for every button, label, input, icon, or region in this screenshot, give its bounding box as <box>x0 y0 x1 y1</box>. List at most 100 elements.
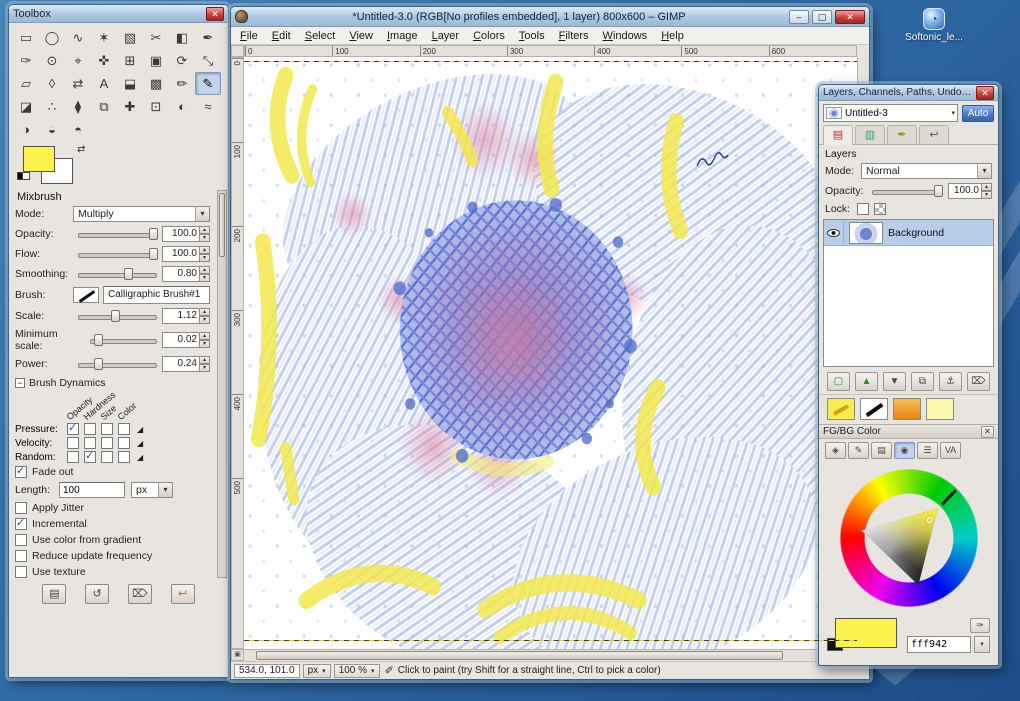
blur-sharpen-tool[interactable]: ◐ <box>169 95 195 118</box>
bucket-fill-tool[interactable]: ⬓ <box>117 72 143 95</box>
menu-item[interactable]: View <box>342 28 380 44</box>
zoom-tool[interactable]: ⊙ <box>39 49 65 72</box>
default-colors-icon[interactable] <box>17 172 30 182</box>
pattern-preview[interactable] <box>926 398 954 420</box>
fade-out-checkbox[interactable] <box>15 464 27 478</box>
gradient-preview[interactable] <box>893 398 921 420</box>
menu-item[interactable]: Select <box>298 28 343 44</box>
foreground-color-swatch[interactable] <box>23 146 55 172</box>
random-opacity-checkbox[interactable] <box>67 451 79 463</box>
min-scale-spinbox[interactable]: 0.02 ▴ ▾ <box>162 332 210 348</box>
fuzzy-select-tool[interactable]: ✶ <box>91 26 117 49</box>
dodge-burn-tool[interactable]: ◑ <box>13 118 39 141</box>
ellipse-select-tool[interactable]: ◯ <box>39 26 65 49</box>
layer-mode-select[interactable]: Normal ▾ <box>861 163 992 179</box>
zoom-select[interactable]: 100 % ▾ <box>333 663 380 678</box>
anchor-layer-button[interactable]: ⚓ <box>939 372 962 391</box>
horizontal-scrollbar[interactable] <box>244 649 857 661</box>
menu-item[interactable]: Windows <box>596 28 655 44</box>
maximize-button[interactable]: ▢ <box>812 9 832 24</box>
brush-select[interactable]: Calligraphic Brush#1 <box>103 286 210 304</box>
paths-tab[interactable]: ✒ <box>887 125 917 144</box>
random-color-checkbox[interactable] <box>118 451 130 463</box>
watercolor-tab[interactable]: ◈ <box>825 442 846 459</box>
levels-tool[interactable]: ◓ <box>65 118 91 141</box>
reduce-update-checkbox[interactable] <box>15 550 27 562</box>
pencil-tool[interactable]: ✏ <box>169 72 195 95</box>
eraser-tool[interactable]: ◪ <box>13 95 39 118</box>
foreground-color-swatch[interactable] <box>835 618 897 648</box>
ink-tool[interactable]: ⧫ <box>65 95 91 118</box>
rectangle-select-tool[interactable]: ▭ <box>13 26 39 49</box>
slider-handle[interactable] <box>94 334 104 346</box>
paths-tool[interactable]: ✒ <box>195 26 221 49</box>
save-options-button[interactable]: ▤ <box>42 584 67 604</box>
layers-tab[interactable]: ▤ <box>823 125 853 145</box>
use-gradient-checkbox[interactable] <box>15 534 27 546</box>
shear-tool[interactable]: ▱ <box>13 72 39 95</box>
layers-dock-titlebar[interactable]: Layers, Channels, Paths, Undo - FG... ✕ <box>819 85 998 101</box>
length-unit-select[interactable]: px ▾ <box>131 482 173 498</box>
calligraphic-brush-preview[interactable] <box>860 398 888 420</box>
velocity-color-checkbox[interactable] <box>118 437 130 449</box>
scrollbar-thumb[interactable] <box>219 193 225 257</box>
apply-jitter-checkbox[interactable] <box>15 502 27 514</box>
current-color-swatches[interactable] <box>827 618 897 652</box>
menu-item[interactable]: Tools <box>512 28 552 44</box>
flow-slider[interactable] <box>78 247 159 261</box>
new-layer-button[interactable]: ▢ <box>827 372 850 391</box>
menu-item[interactable]: Image <box>380 28 425 44</box>
length-input[interactable] <box>59 482 125 498</box>
minimize-button[interactable]: – <box>789 9 809 24</box>
slider-handle[interactable] <box>149 248 159 260</box>
desktop-icon-softonic[interactable]: ◔ Softonic_le... <box>902 8 966 43</box>
smudge-tool[interactable]: ≈ <box>195 95 221 118</box>
move-tool[interactable]: ✜ <box>91 49 117 72</box>
perspective-clone-tool[interactable]: ⊡ <box>143 95 169 118</box>
color-area[interactable]: ⇄ <box>17 144 220 186</box>
menu-item[interactable]: Colors <box>466 28 512 44</box>
raise-layer-button[interactable]: ▲ <box>855 372 878 391</box>
slider-handle[interactable] <box>111 310 121 322</box>
menu-item[interactable]: Edit <box>265 28 298 44</box>
pressure-hardness-checkbox[interactable] <box>84 423 96 435</box>
scale-tool[interactable]: ⤡ <box>195 49 221 72</box>
pressure-size-checkbox[interactable] <box>101 423 113 435</box>
fgbg-color-header[interactable]: FG/BG Color ✕ <box>819 424 998 439</box>
power-slider[interactable] <box>78 357 157 371</box>
layer-row[interactable]: Background <box>824 220 993 246</box>
toolbox-titlebar[interactable]: Toolbox ✕ <box>9 5 228 23</box>
vertical-ruler[interactable]: 0 100 200 300 400 500 <box>231 57 244 649</box>
swap-colors-icon[interactable]: ⇄ <box>77 144 85 155</box>
smoothing-spinbox[interactable]: 0.80 ▴ ▾ <box>162 266 210 282</box>
mode-select[interactable]: Multiply ▾ <box>73 206 210 222</box>
random-hardness-checkbox[interactable] <box>84 449 96 463</box>
menu-item[interactable]: Layer <box>425 28 467 44</box>
channels-tab[interactable]: ▥ <box>855 125 885 144</box>
image-window-titlebar[interactable]: *Untitled-3.0 (RGB[No profiles embedded]… <box>231 7 869 27</box>
menu-item[interactable]: Filters <box>552 28 596 44</box>
auto-follow-button[interactable]: Auto <box>962 104 994 122</box>
layer-opacity-slider[interactable] <box>872 184 944 198</box>
color-picker-tool[interactable]: ✑ <box>13 49 39 72</box>
slider-handle[interactable] <box>123 268 133 280</box>
velocity-opacity-checkbox[interactable] <box>67 437 79 449</box>
layer-name[interactable]: Background <box>888 227 944 239</box>
menu-item[interactable]: Help <box>654 28 691 44</box>
brush-preview-icon[interactable] <box>73 287 99 303</box>
chevron-down-icon[interactable]: ▾ <box>158 483 172 497</box>
velocity-size-checkbox[interactable] <box>101 437 113 449</box>
close-button[interactable]: ✕ <box>976 85 994 100</box>
select-by-color-tool[interactable]: ▧ <box>117 26 143 49</box>
lock-pixels-checkbox[interactable] <box>857 203 869 215</box>
marker-brush-preview[interactable] <box>827 398 855 420</box>
ruler-corner[interactable] <box>231 45 244 57</box>
close-button[interactable]: ✕ <box>206 6 224 21</box>
scale-spinbox[interactable]: 1.12 ▴ ▾ <box>162 308 210 324</box>
quick-mask-button[interactable]: ▣ <box>231 649 244 661</box>
close-icon[interactable]: ✕ <box>981 425 994 438</box>
power-spinbox[interactable]: 0.24 ▴ ▾ <box>162 356 210 372</box>
crop-tool[interactable]: ▣ <box>143 49 169 72</box>
collapse-icon[interactable]: − <box>15 378 25 388</box>
image-select[interactable]: Untitled-3 ▾ <box>823 104 958 122</box>
